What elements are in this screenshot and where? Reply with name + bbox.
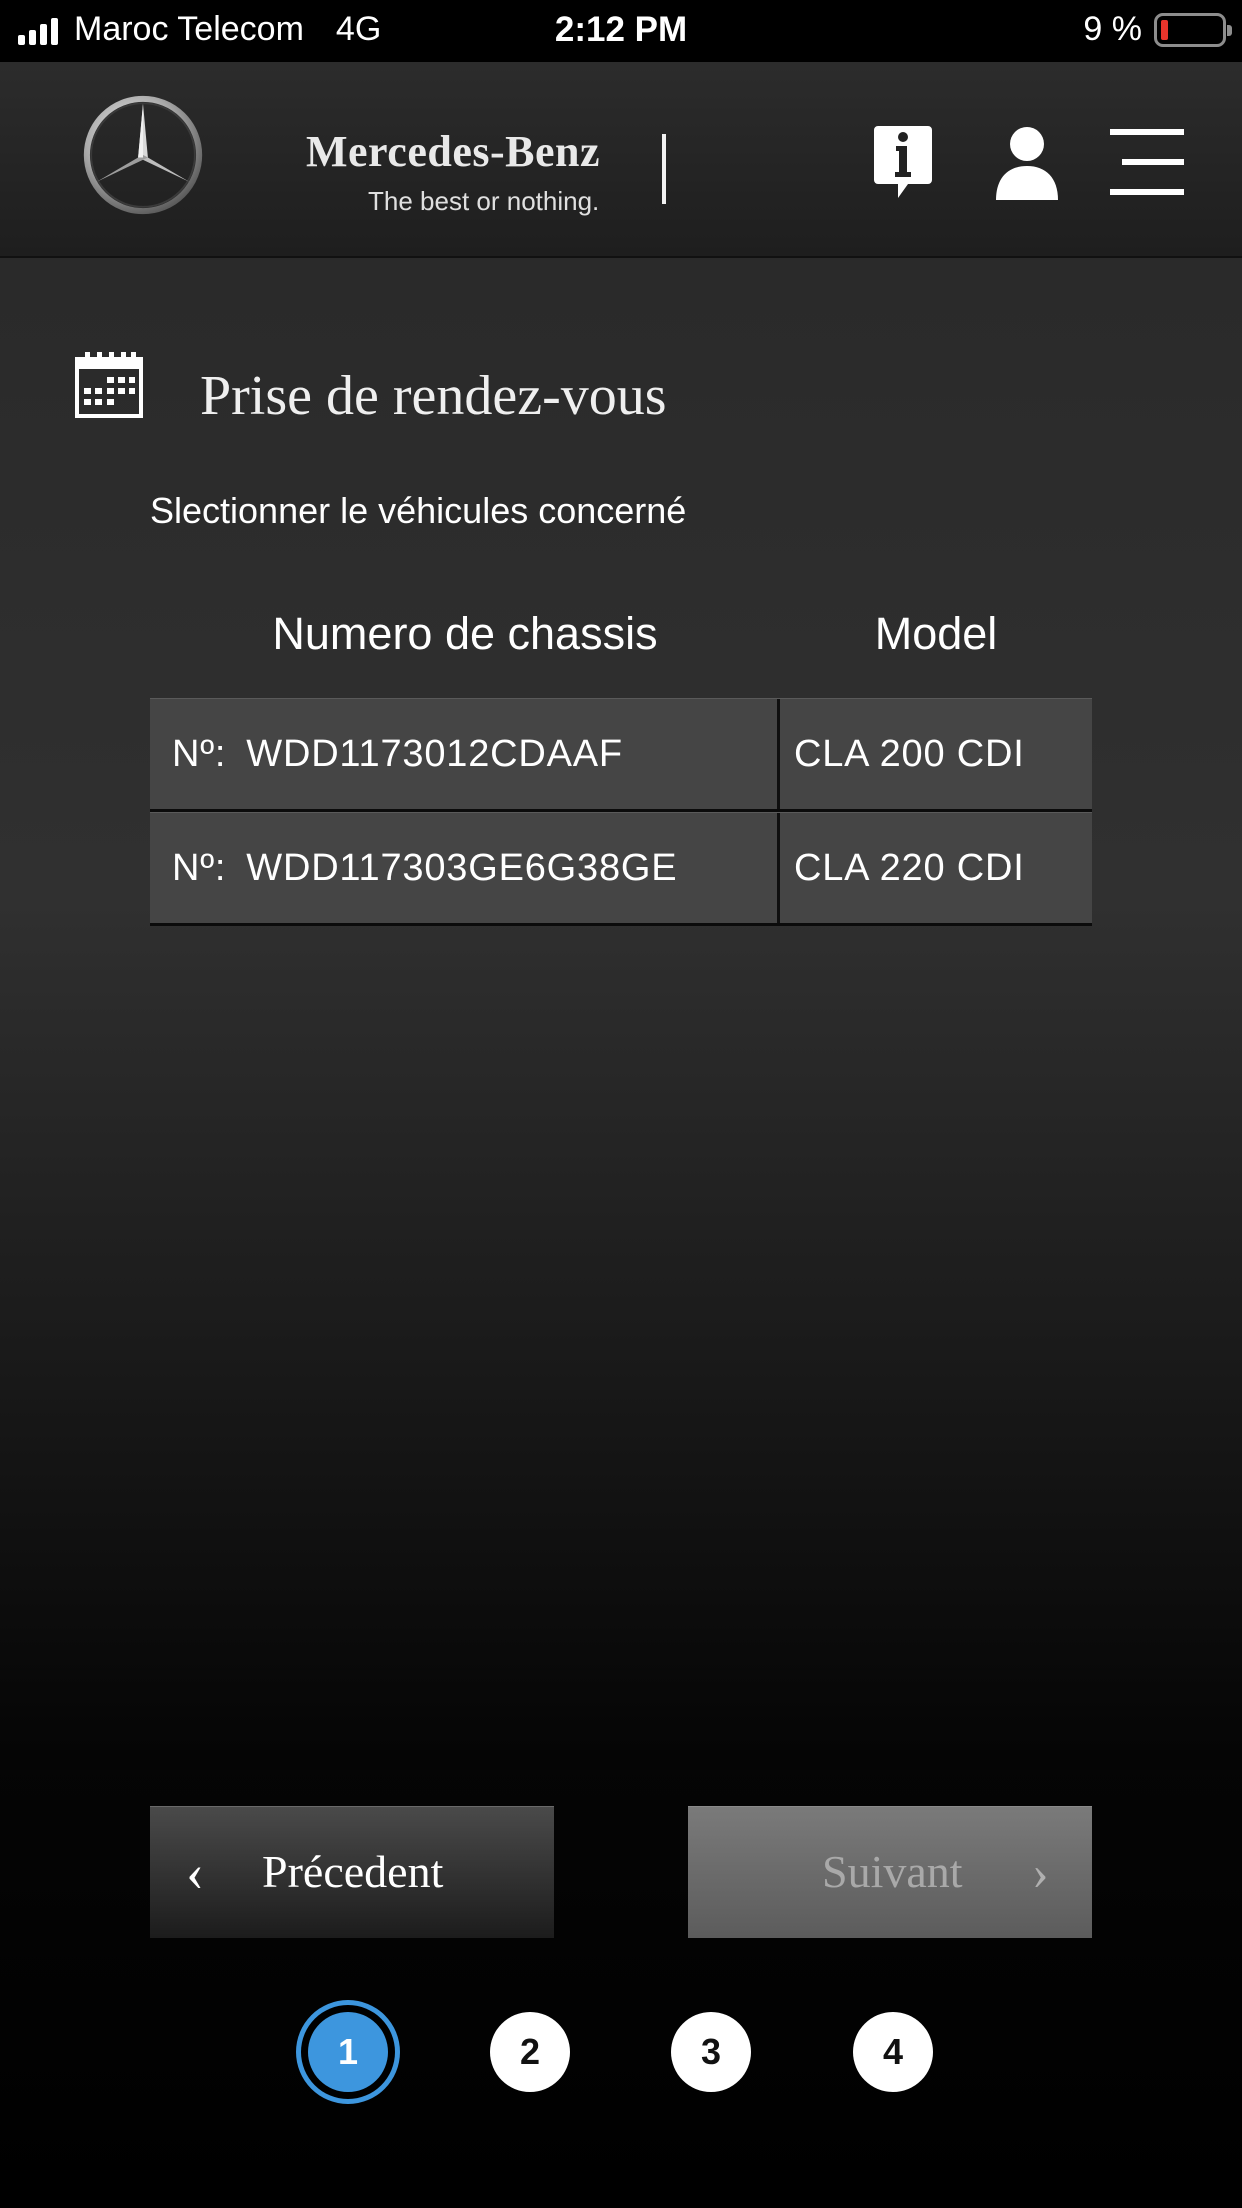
page-subtitle: Slectionner le véhicules concerné — [150, 490, 687, 531]
step-2[interactable]: 2 — [490, 2012, 570, 2092]
next-button[interactable]: Suivant › — [688, 1806, 1092, 1938]
mercedes-star-logo-icon[interactable] — [82, 94, 204, 216]
previous-button[interactable]: ‹ Précedent — [150, 1806, 554, 1938]
step-4[interactable]: 4 — [853, 2012, 933, 2092]
model-cell: CLA 200 CDI — [794, 732, 1025, 775]
status-time: 2:12 PM — [554, 10, 688, 49]
step-3[interactable]: 3 — [671, 2012, 751, 2092]
battery-percentage: 9 % — [1083, 10, 1142, 48]
brand-wordmark: Mercedes-Benz The best or nothing. — [306, 126, 601, 216]
vehicle-table: Nº: WDD1173012CDAAF CLA 200 CDI Nº: WDD1… — [150, 698, 1092, 926]
previous-button-label: Précedent — [262, 1846, 444, 1897]
user-icon[interactable] — [994, 122, 1060, 202]
column-header-chassis: Numero de chassis — [272, 608, 658, 659]
next-button-label: Suivant — [822, 1846, 963, 1897]
chassis-number: WDD1173012CDAAF — [246, 732, 623, 775]
page-title: Prise de rendez-vous — [200, 365, 667, 427]
header-divider — [662, 134, 666, 204]
battery-icon — [1154, 12, 1232, 47]
chassis-cell: Nº: WDD1173012CDAAF — [150, 699, 780, 809]
table-row[interactable]: Nº: WDD117303GE6G38GE CLA 220 CDI — [150, 812, 1092, 926]
app-header: Mercedes-Benz The best or nothing. — [0, 62, 1242, 258]
brand-name: Mercedes-Benz — [306, 127, 601, 176]
appointment-screen: Maroc Telecom 4G 2:12 PM 9 % Mercedes-Be… — [0, 0, 1242, 2208]
column-header-model: Model — [874, 608, 998, 659]
calendar-icon — [75, 352, 143, 418]
chassis-prefix: Nº: — [172, 732, 227, 775]
model-cell: CLA 220 CDI — [794, 846, 1025, 889]
chevron-right-icon: › — [1032, 1844, 1049, 1900]
step-1[interactable]: 1 — [308, 2012, 388, 2092]
status-bar: Maroc Telecom 4G 2:12 PM 9 % — [0, 0, 1242, 62]
chevron-left-icon: ‹ — [186, 1842, 204, 1902]
status-right: 9 % — [1083, 10, 1232, 49]
brand-tagline: The best or nothing. — [368, 186, 600, 216]
menu-icon[interactable] — [1108, 122, 1186, 202]
table-row[interactable]: Nº: WDD1173012CDAAF CLA 200 CDI — [150, 698, 1092, 812]
chassis-prefix: Nº: — [172, 846, 227, 889]
chassis-cell: Nº: WDD117303GE6G38GE — [150, 813, 780, 923]
chassis-number: WDD117303GE6G38GE — [246, 846, 678, 889]
info-icon[interactable] — [872, 122, 934, 202]
